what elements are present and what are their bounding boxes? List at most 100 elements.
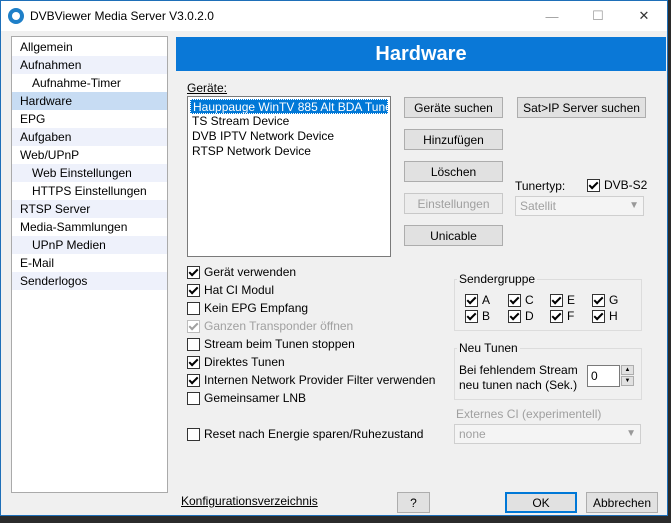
device-item-ts-stream[interactable]: TS Stream Device bbox=[190, 114, 388, 129]
checkbox[interactable] bbox=[187, 391, 200, 405]
option-label: Stream beim Tunen stoppen bbox=[204, 337, 355, 351]
option-label: Gerät verwenden bbox=[204, 265, 297, 279]
maximize-icon[interactable]: ☐ bbox=[575, 1, 621, 31]
checkbox[interactable] bbox=[592, 293, 605, 307]
nav-item-allgemein[interactable]: Allgemein bbox=[12, 38, 167, 56]
nav-item-media-sammlungen[interactable]: Media-Sammlungen bbox=[12, 218, 167, 236]
checkbox[interactable] bbox=[187, 265, 200, 279]
nav-item-web-upnp[interactable]: Web/UPnP bbox=[12, 146, 167, 164]
checkbox[interactable] bbox=[508, 293, 521, 307]
group-b-checkbox[interactable]: B bbox=[465, 309, 490, 323]
dvbs2-check-box[interactable] bbox=[587, 178, 600, 192]
option-direktes-tunen[interactable]: Direktes Tunen bbox=[187, 355, 285, 369]
group-label: G bbox=[609, 293, 619, 307]
nav-item-web-einstellungen[interactable]: Web Einstellungen bbox=[12, 164, 167, 182]
option-kein-epg[interactable]: Kein EPG Empfang bbox=[187, 301, 308, 315]
checkbox[interactable] bbox=[187, 427, 200, 441]
nav-item-upnp-medien[interactable]: UPnP Medien bbox=[12, 236, 167, 254]
group-label: E bbox=[567, 293, 576, 307]
checkbox[interactable] bbox=[187, 373, 200, 387]
option-ganzen-transponder[interactable]: Ganzen Transponder öffnen bbox=[187, 319, 353, 333]
group-label: F bbox=[567, 309, 575, 323]
option-geraet-verwenden[interactable]: Gerät verwenden bbox=[187, 265, 296, 279]
page-title: Hardware bbox=[176, 37, 666, 71]
device-item-rtsp[interactable]: RTSP Network Device bbox=[190, 144, 388, 159]
group-label: A bbox=[482, 293, 491, 307]
checkbox[interactable] bbox=[187, 283, 200, 297]
group-c-checkbox[interactable]: C bbox=[508, 293, 534, 307]
config-folder-link[interactable]: Konfigurationsverzeichnis bbox=[181, 494, 318, 508]
cancel-button[interactable]: Abbrechen bbox=[586, 492, 658, 513]
nav-item-aufgaben[interactable]: Aufgaben bbox=[12, 128, 167, 146]
externes-ci-select[interactable]: none ▼ bbox=[454, 424, 641, 444]
nav-item-rtsp-server[interactable]: RTSP Server bbox=[12, 200, 167, 218]
desktop-background bbox=[0, 516, 671, 523]
main-window: DVBViewer Media Server V3.0.2.0 — ☐ ✕ Al… bbox=[0, 0, 668, 516]
checkbox[interactable] bbox=[187, 319, 200, 333]
device-list[interactable]: Hauppauge WinTV 885 Alt BDA Tuner, TS St… bbox=[187, 96, 391, 257]
group-label: D bbox=[525, 309, 534, 323]
option-label: Internen Network Provider Filter verwend… bbox=[204, 373, 436, 387]
group-label: B bbox=[482, 309, 491, 323]
group-f-checkbox[interactable]: F bbox=[550, 309, 574, 323]
dvbs2-checkbox[interactable]: DVB-S2 bbox=[587, 178, 647, 192]
search-devices-button[interactable]: Geräte suchen bbox=[404, 97, 503, 118]
chevron-down-icon: ▼ bbox=[626, 428, 636, 439]
title-bar[interactable]: DVBViewer Media Server V3.0.2.0 — ☐ ✕ bbox=[1, 1, 667, 31]
option-gemeinsamer-lnb[interactable]: Gemeinsamer LNB bbox=[187, 391, 306, 405]
group-d-checkbox[interactable]: D bbox=[508, 309, 534, 323]
option-label: Reset nach Energie sparen/Ruhezustand bbox=[204, 427, 424, 441]
checkbox[interactable] bbox=[187, 355, 200, 369]
device-item-hauppauge[interactable]: Hauppauge WinTV 885 Alt BDA Tuner, bbox=[190, 99, 388, 114]
device-item-dvb-iptv[interactable]: DVB IPTV Network Device bbox=[190, 129, 388, 144]
nav-item-epg[interactable]: EPG bbox=[12, 110, 167, 128]
neu-tunen-title: Neu Tunen bbox=[457, 341, 520, 355]
externes-ci-label: Externes CI (experimentell) bbox=[456, 407, 602, 421]
settings-button[interactable]: Einstellungen bbox=[404, 193, 503, 214]
checkbox[interactable] bbox=[465, 293, 478, 307]
spin-up-icon[interactable]: ▲ bbox=[621, 365, 634, 375]
externes-ci-value: none bbox=[459, 427, 486, 441]
add-button[interactable]: Hinzufügen bbox=[404, 129, 503, 150]
ok-button[interactable]: OK bbox=[505, 492, 577, 513]
devices-label: Geräte: bbox=[187, 81, 228, 95]
group-g-checkbox[interactable]: G bbox=[592, 293, 618, 307]
window-title: DVBViewer Media Server V3.0.2.0 bbox=[30, 9, 214, 23]
help-button[interactable]: ? bbox=[397, 492, 430, 513]
checkbox[interactable] bbox=[187, 301, 200, 315]
dvbviewer-icon bbox=[8, 8, 24, 24]
option-hat-ci-modul[interactable]: Hat CI Modul bbox=[187, 283, 274, 297]
tuner-type-value: Satellit bbox=[520, 199, 557, 213]
group-h-checkbox[interactable]: H bbox=[592, 309, 618, 323]
checkbox[interactable] bbox=[187, 337, 200, 351]
checkbox[interactable] bbox=[550, 309, 563, 323]
settings-nav: Allgemein Aufnahmen Aufnahme-Timer Hardw… bbox=[11, 36, 168, 493]
nav-item-hardware[interactable]: Hardware bbox=[12, 92, 167, 110]
checkbox[interactable] bbox=[550, 293, 563, 307]
checkbox[interactable] bbox=[465, 309, 478, 323]
spin-down-icon[interactable]: ▼ bbox=[621, 376, 634, 386]
checkbox[interactable] bbox=[592, 309, 605, 323]
nav-item-senderlogos[interactable]: Senderlogos bbox=[12, 272, 167, 290]
unicable-button[interactable]: Unicable bbox=[404, 225, 503, 246]
nav-item-e-mail[interactable]: E-Mail bbox=[12, 254, 167, 272]
nav-item-aufnahme-timer[interactable]: Aufnahme-Timer bbox=[12, 74, 167, 92]
retune-seconds-input[interactable]: 0 bbox=[587, 365, 620, 387]
nav-item-https-einstellungen[interactable]: HTTPS Einstellungen bbox=[12, 182, 167, 200]
checkbox[interactable] bbox=[508, 309, 521, 323]
nav-item-aufnahmen[interactable]: Aufnahmen bbox=[12, 56, 167, 74]
group-label: H bbox=[609, 309, 618, 323]
option-label: Hat CI Modul bbox=[204, 283, 275, 297]
delete-button[interactable]: Löschen bbox=[404, 161, 503, 182]
minimize-icon[interactable]: — bbox=[529, 1, 575, 31]
option-label: Ganzen Transponder öffnen bbox=[204, 319, 354, 333]
tuner-type-select[interactable]: Satellit ▼ bbox=[515, 196, 644, 216]
satip-search-button[interactable]: Sat>IP Server suchen bbox=[517, 97, 646, 118]
option-stream-stoppen[interactable]: Stream beim Tunen stoppen bbox=[187, 337, 355, 351]
group-e-checkbox[interactable]: E bbox=[550, 293, 575, 307]
option-network-provider-filter[interactable]: Internen Network Provider Filter verwend… bbox=[187, 373, 435, 387]
group-label: C bbox=[525, 293, 534, 307]
close-icon[interactable]: ✕ bbox=[621, 1, 667, 31]
option-reset-energie[interactable]: Reset nach Energie sparen/Ruhezustand bbox=[187, 427, 423, 441]
group-a-checkbox[interactable]: A bbox=[465, 293, 490, 307]
